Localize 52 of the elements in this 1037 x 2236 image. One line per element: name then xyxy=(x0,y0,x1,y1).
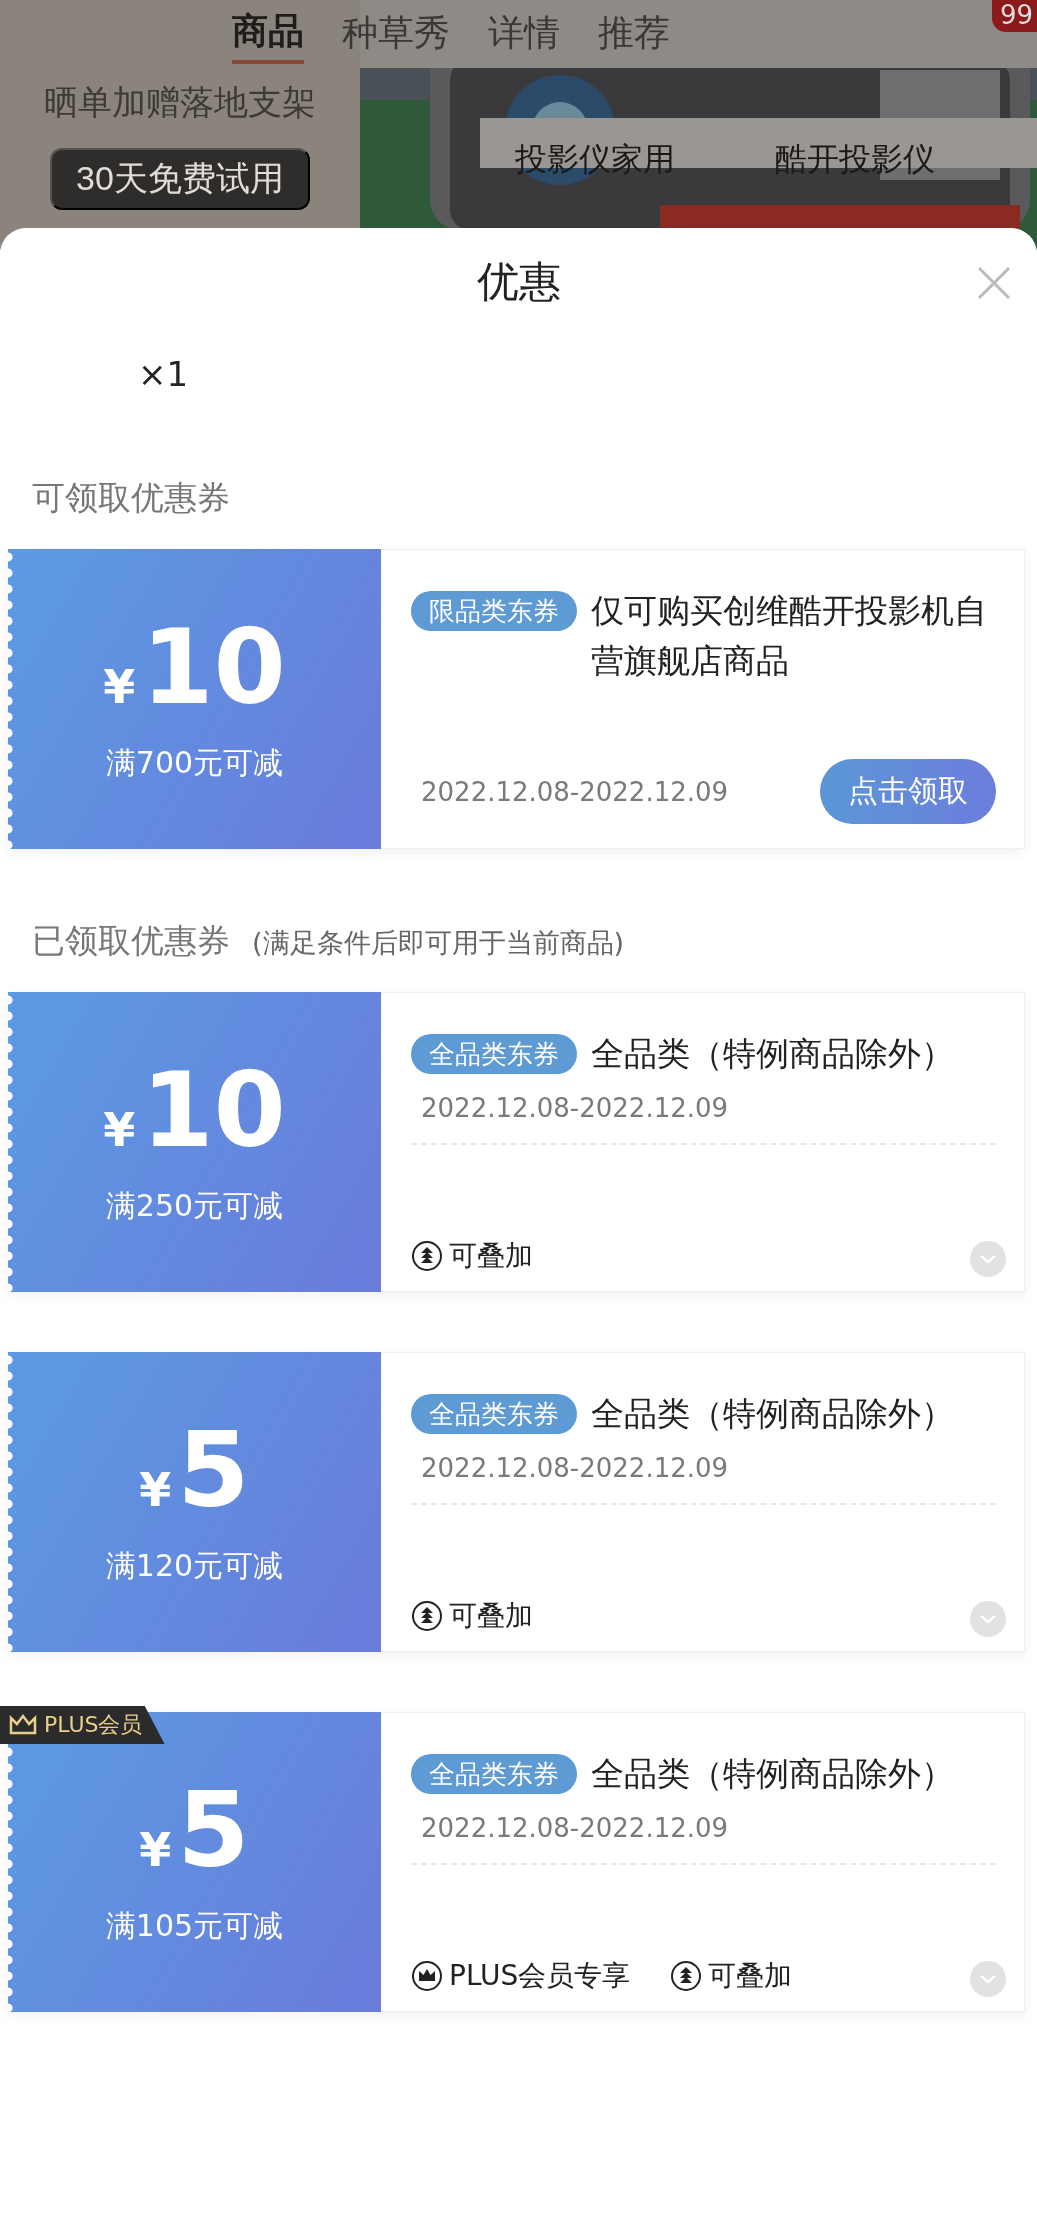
validity-date: 2022.12.08-2022.12.09 xyxy=(421,1813,730,1843)
feature-label: 可叠加 xyxy=(449,1598,533,1634)
feature-label: 可叠加 xyxy=(449,1238,533,1274)
stack-icon xyxy=(411,1240,443,1272)
cart-badge: 99 xyxy=(991,0,1037,32)
sheet-title: 优惠 xyxy=(476,256,561,308)
section-title: 已领取优惠券 xyxy=(32,920,230,962)
coupon-type-tag: 全品类东券 xyxy=(411,1394,577,1434)
nav-tab[interactable]: 详情 xyxy=(488,8,560,62)
search-term[interactable]: 投影仪家用 xyxy=(515,138,675,182)
validity-date: 2022.12.08-2022.12.09 xyxy=(421,1453,730,1483)
nav-tab[interactable]: 推荐 xyxy=(598,8,670,62)
close-button[interactable] xyxy=(977,266,1011,300)
expand-icon[interactable] xyxy=(970,1241,1006,1277)
validity-date: 2022.12.08-2022.12.09 xyxy=(421,776,729,807)
nav-tab[interactable]: 商品 xyxy=(232,6,304,64)
feature-label: PLUS会员专享 xyxy=(449,1958,631,1994)
coupon-amount: 10 xyxy=(141,1057,286,1162)
stack-icon xyxy=(411,1600,443,1632)
coupon-condition: 满120元可减 xyxy=(105,1546,284,1585)
expand-icon[interactable] xyxy=(970,1961,1006,1997)
coupon-description: 全品类（特例商品除外） xyxy=(591,1033,955,1075)
coupon-amount: 10 xyxy=(141,614,286,719)
expand-icon[interactable] xyxy=(970,1601,1006,1637)
coupon-type-tag: 全品类东券 xyxy=(411,1034,577,1074)
stack-icon xyxy=(670,1960,703,1992)
coupon-condition: 满250元可减 xyxy=(105,1186,284,1225)
coupon-condition: 满105元可减 xyxy=(105,1906,284,1945)
coupon-condition: 满700元可减 xyxy=(105,743,284,782)
coupon-amount: 5 xyxy=(177,1777,250,1882)
quantity-label: ×1 xyxy=(138,354,189,396)
section-title: 可领取优惠券 xyxy=(32,477,230,519)
coupon-description: 全品类（特例商品除外） xyxy=(591,1753,955,1795)
coupon-description: 仅可购买创维酷开投影机自营旗舰店商品 xyxy=(591,590,988,682)
section-note: (满足条件后即可用于当前商品) xyxy=(252,926,625,960)
currency-sign: ¥ xyxy=(103,659,136,714)
validity-date: 2022.12.08-2022.12.09 xyxy=(421,1093,730,1123)
nav-tab[interactable]: 种草秀 xyxy=(342,8,450,62)
crown-icon xyxy=(411,1960,443,1992)
search-term[interactable]: 酷开投影仪 xyxy=(775,138,935,182)
claim-button[interactable]: 点击领取 xyxy=(820,759,996,824)
coupon-type-tag: 全品类东券 xyxy=(411,1754,577,1794)
currency-sign: ¥ xyxy=(139,1462,172,1517)
coupon-type-tag: 限品类东券 xyxy=(411,591,577,631)
currency-sign: ¥ xyxy=(139,1822,172,1877)
coupon-description: 全品类（特例商品除外） xyxy=(591,1393,955,1435)
feature-label: 可叠加 xyxy=(708,1958,793,1994)
currency-sign: ¥ xyxy=(103,1102,136,1157)
promo-text: 晒单加赠落地支架 xyxy=(44,81,316,124)
coupon-amount: 5 xyxy=(177,1417,250,1522)
trial-button[interactable]: 30天免费试用 xyxy=(50,148,310,210)
plus-member-badge: PLUS会员 xyxy=(0,1706,165,1744)
